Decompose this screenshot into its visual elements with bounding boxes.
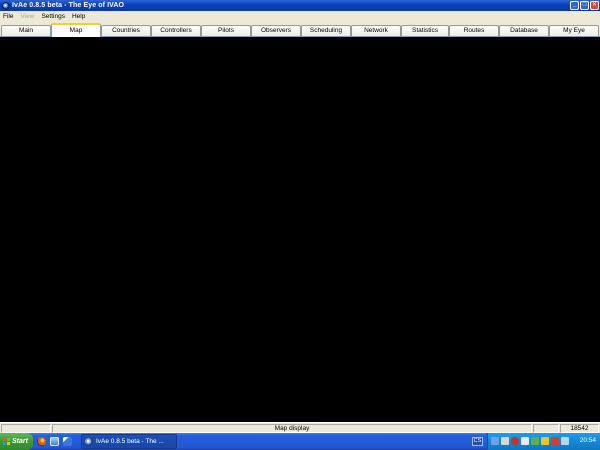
tab-routes[interactable]: Routes	[449, 25, 499, 36]
language-indicator[interactable]: CS	[472, 437, 483, 446]
window-controls: _ □ ×	[570, 1, 599, 10]
menu-file[interactable]: File	[3, 13, 13, 20]
connection-icon[interactable]	[561, 437, 569, 445]
start-button[interactable]: Start	[0, 433, 33, 450]
title-bar[interactable]: IvAe 0.8.5 beta - The Eye of IVAO _ □ ×	[0, 0, 600, 11]
tab-database[interactable]: Database	[499, 25, 549, 36]
tab-main[interactable]: Main	[1, 25, 51, 36]
status-message: Map display	[52, 424, 532, 433]
menu-view: View	[20, 13, 35, 20]
app-eye-icon	[2, 1, 10, 10]
status-pane-empty	[533, 424, 559, 433]
shield-icon[interactable]	[511, 437, 519, 445]
app-eye-icon	[85, 437, 93, 446]
taskbar-app-label: IvAe 0.8.5 beta - The ...	[96, 438, 164, 445]
tab-map[interactable]: Map	[51, 23, 101, 37]
tab-my-eye[interactable]: My Eye	[549, 25, 599, 36]
start-label: Start	[12, 438, 28, 445]
tab-statistics[interactable]: Statistics	[401, 25, 449, 36]
tab-observers[interactable]: Observers	[251, 25, 301, 36]
quick-launch-arrow-icon[interactable]	[63, 437, 72, 446]
status-bar: Map display 18542	[0, 422, 600, 433]
tab-countries[interactable]: Countries	[101, 25, 151, 36]
taskbar-app-button[interactable]: IvAe 0.8.5 beta - The ...	[81, 434, 177, 449]
tab-network[interactable]: Network	[351, 25, 401, 36]
status-pane-left	[1, 424, 51, 433]
tab-controllers[interactable]: Controllers	[151, 25, 201, 36]
tab-scheduling[interactable]: Scheduling	[301, 25, 351, 36]
taskbar: Start IvAe 0.8.5 beta - The ... CS 20:54	[0, 433, 600, 450]
tab-pilots[interactable]: Pilots	[201, 25, 251, 36]
firefox-icon[interactable]	[37, 437, 46, 446]
menu-bar: File View Settings Help	[0, 11, 600, 22]
close-button[interactable]: ×	[590, 1, 599, 10]
update-icon[interactable]	[541, 437, 549, 445]
minimize-button[interactable]: _	[570, 1, 579, 10]
map-display[interactable]	[0, 37, 600, 422]
speaker-icon[interactable]	[521, 437, 529, 445]
windows-logo-icon	[3, 438, 10, 445]
network-icon[interactable]	[491, 437, 499, 445]
maximize-button[interactable]: □	[580, 1, 589, 10]
alert-icon[interactable]	[551, 437, 559, 445]
system-tray: 20:54	[487, 433, 600, 450]
security-icon[interactable]	[531, 437, 539, 445]
menu-settings[interactable]: Settings	[41, 13, 65, 20]
show-desktop-icon[interactable]	[50, 437, 59, 446]
monitor-icon[interactable]	[501, 437, 509, 445]
menu-help[interactable]: Help	[72, 13, 85, 20]
clock[interactable]: 20:54	[580, 437, 596, 444]
window-title: IvAe 0.8.5 beta - The Eye of IVAO	[12, 2, 125, 9]
tab-bar: Main Map Countries Controllers Pilots Ob…	[0, 22, 600, 37]
status-counter: 18542	[560, 424, 599, 433]
